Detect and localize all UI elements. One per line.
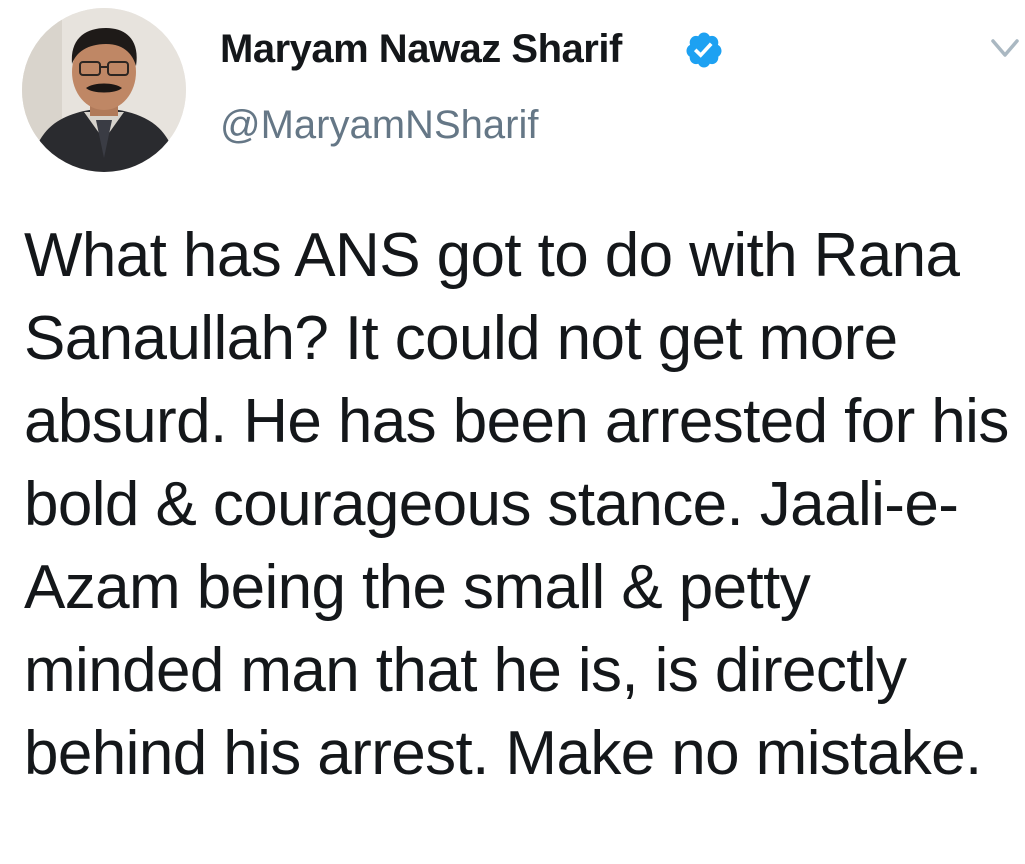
tweet-text: What has ANS got to do with Rana Sanaull… [24, 221, 1009, 788]
avatar-image [22, 8, 186, 172]
avatar[interactable] [22, 8, 186, 172]
author-handle[interactable]: @MaryamNSharif [220, 100, 538, 150]
author-name[interactable]: Maryam Nawaz Sharif [220, 24, 622, 74]
tweet-card: Maryam Nawaz Sharif @MaryamNSharif What … [0, 0, 1025, 864]
verified-badge-icon [686, 32, 722, 68]
chevron-down-icon[interactable] [985, 35, 1025, 63]
